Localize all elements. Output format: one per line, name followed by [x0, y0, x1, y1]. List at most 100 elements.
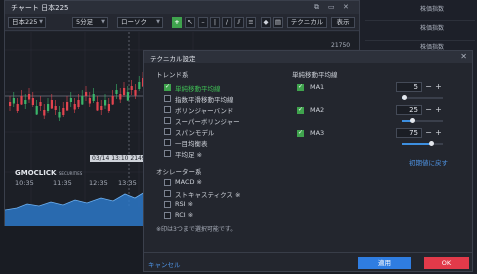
- interval-select[interactable]: 5分足 ▼: [72, 17, 108, 28]
- close-icon[interactable]: ✕: [343, 3, 349, 11]
- candle-body: [138, 82, 141, 89]
- ma-section-title: 単純移動平均線: [292, 71, 338, 79]
- candle-body: [12, 98, 15, 104]
- candle-body: [24, 100, 27, 104]
- screen: 株価指数 株価指数 株価指数 チャート 日本225 ⧉ ▭ ✕ 日本225 ▼ 5…: [0, 0, 477, 274]
- vertical-line-icon[interactable]: |: [210, 17, 220, 28]
- checkbox[interactable]: [164, 128, 171, 135]
- close-icon[interactable]: ✕: [460, 52, 467, 61]
- chart-toolbar: 日本225 ▼ 5分足 ▼ ローソク ▼ + ↖ – | / ⫽ ≡ ◆ ▤ テクニカ…: [5, 14, 359, 31]
- technical-button[interactable]: テクニカル: [287, 17, 327, 28]
- trend-section-title: トレンド系: [156, 71, 189, 79]
- chart-title: チャート 日本225: [11, 4, 69, 12]
- candle-body: [9, 102, 12, 106]
- fibonacci-icon[interactable]: ≡: [246, 17, 256, 28]
- dialog-title: テクニカル設定: [150, 55, 196, 63]
- checkbox[interactable]: [164, 117, 171, 124]
- checkbox[interactable]: [164, 201, 171, 208]
- plus-button[interactable]: +: [434, 82, 443, 92]
- candle-body: [81, 96, 84, 105]
- time-label: 10:35: [15, 179, 34, 187]
- add-button[interactable]: +: [172, 17, 182, 28]
- candle-body: [39, 102, 42, 106]
- option-label: スーパーボリンジャー: [175, 118, 240, 126]
- time-label: 12:35: [89, 179, 108, 187]
- chart-title-bar[interactable]: チャート 日本225 ⧉ ▭ ✕: [5, 1, 359, 14]
- chart-type-select[interactable]: ローソク ▼: [117, 17, 163, 28]
- candle-body: [16, 104, 19, 111]
- checkbox[interactable]: [164, 95, 171, 102]
- slider-knob[interactable]: [428, 141, 434, 146]
- display-button[interactable]: 表示: [331, 17, 355, 28]
- checkbox[interactable]: [164, 106, 171, 113]
- option-label: スパンモデル: [175, 129, 215, 137]
- candle-body: [28, 94, 31, 100]
- checkbox[interactable]: [297, 83, 304, 91]
- ma-slider[interactable]: [402, 95, 443, 100]
- checkbox[interactable]: [164, 190, 171, 197]
- checkbox[interactable]: [164, 139, 171, 146]
- candle-body: [126, 92, 129, 101]
- divider: [144, 252, 472, 253]
- plus-button[interactable]: +: [434, 105, 443, 115]
- ma-label: MA2: [310, 106, 325, 114]
- candle-body: [73, 104, 76, 110]
- trend-line-icon[interactable]: /: [222, 17, 232, 28]
- technical-settings-dialog: テクニカル設定 ✕ トレンド系 単純移動平均線 指数平滑移動平均線 ボリンジャー…: [143, 50, 473, 272]
- slider-knob[interactable]: [410, 118, 416, 123]
- ma-period-input[interactable]: 75: [396, 128, 422, 138]
- symbol-select[interactable]: 日本225 ▼: [8, 17, 46, 28]
- dash-icon[interactable]: –: [198, 17, 208, 28]
- price-label: 21750: [331, 42, 351, 49]
- apply-button[interactable]: 適用: [358, 257, 411, 269]
- candle-body: [100, 106, 103, 110]
- ma-period-input[interactable]: 25: [396, 105, 422, 115]
- ma-period-input[interactable]: 5: [396, 82, 422, 92]
- option-label: 一目均衡表: [175, 140, 208, 148]
- minus-button[interactable]: −: [424, 105, 433, 115]
- option-label: 平均足 ※: [175, 151, 203, 159]
- candle-body: [58, 112, 61, 118]
- bg-label-2: 株価指数: [420, 25, 445, 32]
- candle-body: [43, 110, 46, 116]
- maximize-icon[interactable]: ▭: [328, 3, 335, 11]
- cursor-icon[interactable]: ↖: [185, 17, 195, 28]
- candle-body: [134, 90, 137, 96]
- cancel-link[interactable]: キャンセル: [148, 259, 181, 269]
- ma-slider[interactable]: [402, 118, 443, 123]
- candle-body: [96, 102, 99, 111]
- oscillator-section-title: オシレーター系: [156, 168, 202, 176]
- time-label: 13:35: [118, 179, 137, 187]
- eraser-icon[interactable]: ◆: [261, 17, 271, 28]
- checkbox[interactable]: [164, 212, 171, 219]
- checkbox[interactable]: [164, 150, 171, 157]
- candle-body: [111, 96, 114, 105]
- option-label: ボリンジャーバンド: [175, 107, 234, 115]
- restore-icon[interactable]: ⧉: [314, 3, 319, 12]
- parallel-line-icon[interactable]: ⫽: [234, 17, 244, 28]
- checkbox[interactable]: [297, 106, 304, 114]
- candle-body: [85, 92, 88, 96]
- minus-button[interactable]: −: [424, 128, 433, 138]
- dialog-header[interactable]: テクニカル設定 ✕: [144, 51, 472, 63]
- plus-button[interactable]: +: [434, 128, 443, 138]
- divider: [365, 20, 475, 21]
- candle-body: [104, 100, 107, 106]
- ma-slider[interactable]: [402, 141, 443, 146]
- layers-icon[interactable]: ▤: [273, 17, 283, 28]
- candle-body: [47, 104, 50, 111]
- ok-button[interactable]: OK: [424, 257, 469, 269]
- option-label: 単純移動平均線: [175, 85, 221, 93]
- checkbox[interactable]: [164, 179, 171, 186]
- checkbox[interactable]: [164, 83, 171, 91]
- option-label: 指数平滑移動平均線: [175, 96, 234, 104]
- checkbox[interactable]: [297, 129, 304, 137]
- minus-button[interactable]: −: [424, 82, 433, 92]
- reset-defaults-link[interactable]: 初期値に戻す: [409, 157, 448, 167]
- candle-body: [92, 94, 95, 101]
- slider-fill: [402, 143, 431, 145]
- candle-body: [62, 108, 65, 115]
- candle-body: [54, 106, 57, 110]
- slider-knob[interactable]: [402, 95, 408, 100]
- candle-body: [115, 90, 118, 94]
